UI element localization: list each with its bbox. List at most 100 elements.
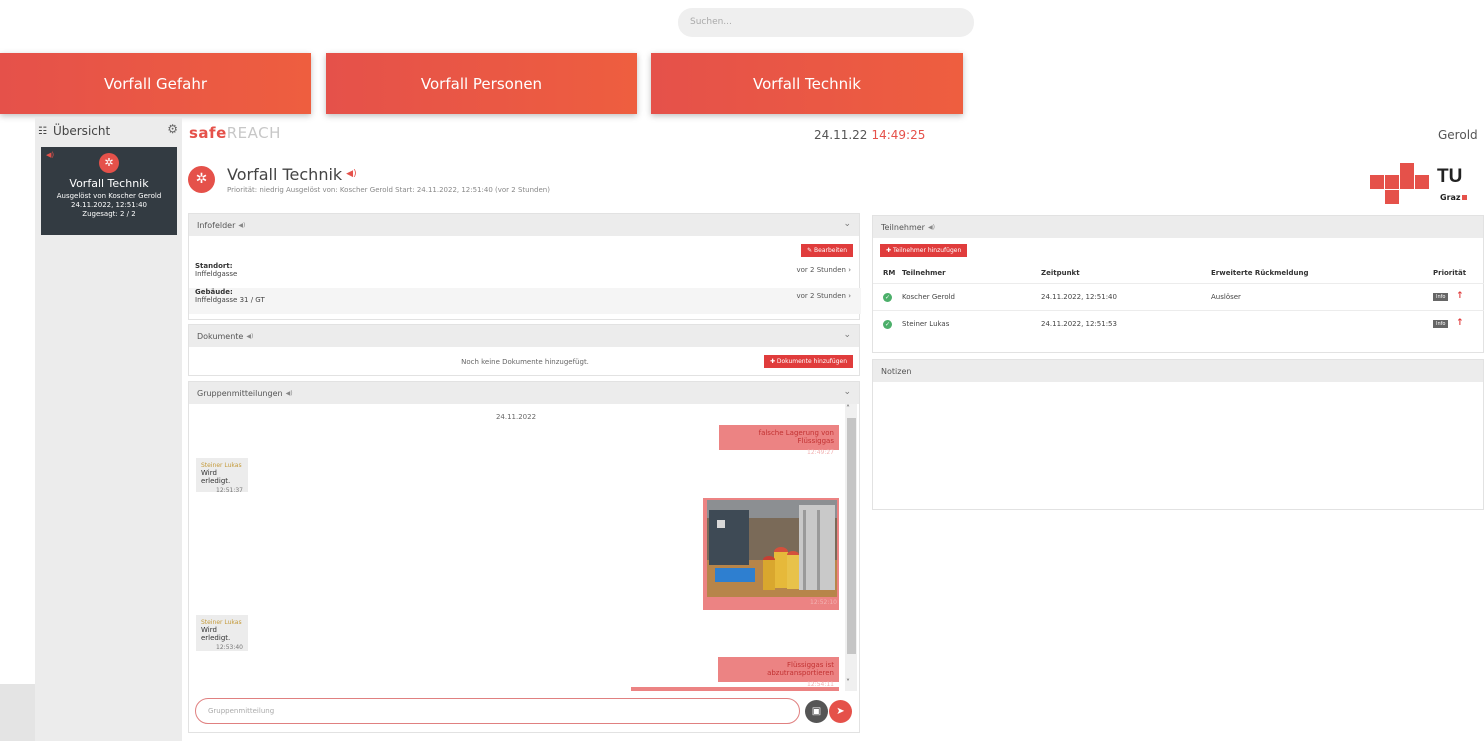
incident-card-datetime: 24.11.2022, 12:51:40 [71, 201, 147, 209]
send-button[interactable]: ➤ [829, 700, 852, 723]
speaker-icon[interactable]: ◀) [346, 169, 356, 179]
chevron-down-icon[interactable]: ⌄ [843, 330, 851, 340]
infofelder-header[interactable]: Infofelder ◀) ⌄ [189, 214, 859, 236]
dokumente-title: Dokumente [197, 331, 244, 341]
info-when[interactable]: vor 2 Stunden › [797, 266, 852, 274]
message-time: 12:51:37 [216, 487, 243, 494]
message-text: falsche Lagerung von Flüssiggas [758, 429, 834, 445]
notizen-panel: Notizen [872, 359, 1484, 510]
incident-title-text: Vorfall Technik [227, 165, 343, 184]
speaker-icon[interactable]: ◀) [928, 224, 935, 231]
chat-header[interactable]: Gruppenmitteilungen ◀) ⌄ [189, 382, 859, 404]
speaker-icon[interactable]: ◀) [246, 333, 253, 340]
arrow-up-icon: ↑ [1456, 318, 1464, 328]
tu-logo-sub: Graz [1440, 193, 1467, 202]
chat-message-partial [631, 687, 839, 691]
arrow-up-icon: ↑ [1456, 291, 1464, 301]
info-row-gebaeude: Gebäude: Inffeldgasse 31 / GT vor 2 Stun… [189, 288, 861, 314]
sidebar-header: ☷ Übersicht ⚙ [38, 122, 182, 140]
chat-message-out: Flüssiggas ist abzutransportieren 12:54:… [718, 657, 839, 688]
vorfall-technik-button[interactable]: Vorfall Technik [651, 53, 963, 114]
clock: 24.11.22 14:49:25 [814, 128, 925, 142]
message-time: 12:52:10 [810, 599, 837, 606]
infofelder-panel: Infofelder ◀) ⌄ ✎ Bearbeiten Standort: I… [188, 213, 861, 320]
message-text: Wird erledigt. [201, 469, 231, 485]
speaker-icon[interactable]: ◀) [286, 390, 293, 397]
chat-image-message[interactable]: 12:52:10 [703, 498, 839, 610]
teilnehmer-title: Teilnehmer [881, 222, 925, 232]
vorfall-gefahr-button[interactable]: Vorfall Gefahr [0, 53, 311, 114]
dokumente-empty: Noch keine Dokumente hinzugefügt. [461, 358, 589, 366]
list-icon: ☷ [38, 125, 47, 137]
speaker-icon[interactable]: ◀) [238, 222, 245, 229]
message-time: 12:53:40 [216, 644, 243, 651]
info-value: Inffeldgasse 31 / GT [195, 296, 265, 304]
notizen-header[interactable]: Notizen [873, 360, 1483, 382]
column-teilnehmer: Teilnehmer [902, 269, 946, 277]
info-badge[interactable]: Info [1433, 320, 1449, 328]
column-rm: RM [883, 269, 896, 277]
table-row[interactable]: ✓ Koscher Gerold 24.11.2022, 12:51:40 Au… [873, 283, 1484, 310]
scroll-down-icon[interactable]: ˅ [846, 678, 850, 687]
message-time: 12:49:27 [807, 449, 834, 456]
edit-button[interactable]: ✎ Bearbeiten [801, 244, 853, 257]
brand-light: REACH [226, 124, 281, 142]
scroll-up-icon[interactable]: ˄ [846, 404, 850, 413]
attach-image-button[interactable]: ▣ [805, 700, 828, 723]
incident-card-confirmed: Zugesagt: 2 / 2 [82, 210, 136, 218]
add-document-button[interactable]: ✚ Dokumente hinzufügen [763, 355, 853, 368]
gas-cylinders-photo[interactable] [707, 500, 837, 597]
message-sender: Steiner Lukas [201, 462, 242, 469]
participant-time: 24.11.2022, 12:51:53 [1041, 320, 1117, 328]
info-when[interactable]: vor 2 Stunden › [797, 292, 852, 300]
incident-card-triggered: Ausgelöst von Koscher Gerold [56, 192, 162, 200]
chevron-down-icon[interactable]: ⌄ [843, 387, 851, 397]
participant-time: 24.11.2022, 12:51:40 [1041, 293, 1117, 301]
column-zeitpunkt: Zeitpunkt [1041, 269, 1080, 277]
participant-name: Steiner Lukas [902, 320, 950, 328]
chat-input[interactable]: Gruppenmitteilung [195, 698, 800, 724]
check-icon: ✓ [883, 293, 892, 302]
chat-message-in: Steiner Lukas Wird erledigt. 12:53:40 [196, 615, 248, 651]
tu-logo-text: TU [1437, 166, 1463, 187]
message-text: Wird erledigt. [201, 626, 231, 642]
incident-card[interactable]: ◀) ✲ Vorfall Technik Ausgelöst von Kosch… [41, 147, 177, 235]
teilnehmer-header[interactable]: Teilnehmer ◀) [873, 216, 1483, 238]
speaker-icon: ◀) [46, 151, 55, 159]
dokumente-header[interactable]: Dokumente ◀) ⌄ [189, 325, 859, 347]
clock-date: 24.11.22 [814, 128, 868, 142]
chat-scrollbar-thumb[interactable] [847, 418, 856, 654]
column-rueckmeldung: Erweiterte Rückmeldung [1211, 269, 1309, 277]
incident-card-title: Vorfall Technik [69, 177, 149, 190]
infofelder-title: Infofelder [197, 220, 236, 230]
brand-bold: safe [189, 124, 227, 142]
clock-time: 14:49:25 [871, 128, 926, 142]
participant-feedback: Auslöser [1211, 293, 1241, 301]
notizen-title: Notizen [881, 366, 912, 376]
add-participant-button[interactable]: ✚ Teilnehmer hinzufügen [880, 244, 968, 257]
info-row-standort: Standort: Inffeldgasse vor 2 Stunden › [195, 262, 855, 288]
user-name[interactable]: Gerold [1438, 128, 1478, 142]
message-sender: Steiner Lukas [201, 619, 242, 626]
info-label: Standort: [195, 262, 233, 270]
gear-icon[interactable]: ⚙ [167, 122, 178, 136]
incident-subtitle: Priorität: niedrig Ausgelöst von: Kosche… [227, 186, 550, 194]
info-label: Gebäude: [195, 288, 233, 296]
chevron-down-icon[interactable]: ⌄ [843, 219, 851, 229]
search-input[interactable]: Suchen... [678, 8, 974, 37]
info-value: Inffeldgasse [195, 270, 238, 278]
column-prioritaet: Priorität [1433, 269, 1467, 277]
info-badge[interactable]: Info [1433, 293, 1449, 301]
incident-type-icon: ✲ [99, 153, 119, 173]
chat-message-out: falsche Lagerung von Flüssiggas 12:49:27 [719, 425, 839, 456]
message-text: Flüssiggas ist abzutransportieren [767, 661, 834, 677]
incident-title: Vorfall Technik ◀) [227, 165, 357, 184]
chat-title: Gruppenmitteilungen [197, 388, 283, 398]
sidebar-title: Übersicht [52, 124, 111, 138]
table-row[interactable]: ✓ Steiner Lukas 24.11.2022, 12:51:53 Inf… [873, 310, 1484, 337]
chat-message-in: Steiner Lukas Wird erledigt. 12:51:37 [196, 458, 248, 494]
brand-logo: safeREACH [189, 124, 281, 142]
check-icon: ✓ [883, 320, 892, 329]
teilnehmer-panel: Teilnehmer ◀) ✚ Teilnehmer hinzufügen RM… [872, 215, 1484, 353]
vorfall-personen-button[interactable]: Vorfall Personen [326, 53, 637, 114]
